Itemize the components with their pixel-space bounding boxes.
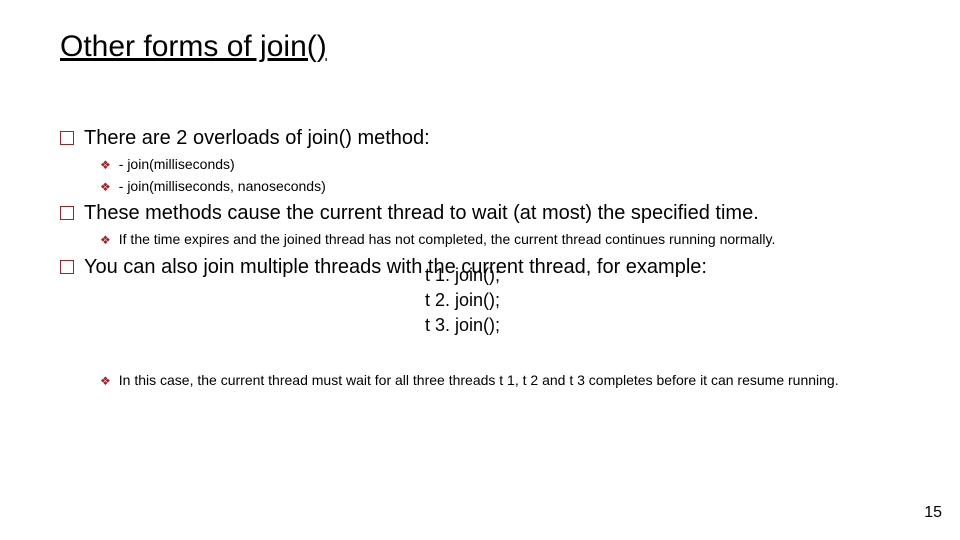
- sub-bullet: ❖ - join(milliseconds, nanoseconds): [100, 178, 900, 196]
- square-icon: [60, 131, 74, 145]
- slide-number: 15: [924, 504, 942, 522]
- square-icon: [60, 260, 74, 274]
- bullet-text: You can also join multiple threads with …: [84, 256, 707, 278]
- bullet-text: If the time expires and the joined threa…: [119, 231, 776, 247]
- bullet-text: In this case, the current thread must wa…: [119, 372, 839, 388]
- slide: Other forms of join() There are 2 overlo…: [0, 0, 960, 540]
- code-line: t 2. join();: [425, 288, 900, 313]
- slide-title: Other forms of join(): [60, 30, 327, 64]
- code-line: t 3. join();: [425, 313, 900, 338]
- diamond-icon: ❖: [100, 180, 111, 195]
- bullet-text: These methods cause the current thread t…: [84, 202, 759, 224]
- bullet-2: These methods cause the current thread t…: [60, 201, 900, 225]
- diamond-icon: ❖: [100, 158, 111, 173]
- bullet-text: - join(milliseconds): [119, 156, 235, 172]
- diamond-icon: ❖: [100, 233, 111, 248]
- bullet-text: - join(milliseconds, nanoseconds): [119, 178, 326, 194]
- sub-bullet: ❖ - join(milliseconds): [100, 156, 900, 174]
- sub-bullet: ❖ If the time expires and the joined thre…: [100, 231, 900, 249]
- bullet-text: There are 2 overloads of join() method:: [84, 127, 430, 149]
- bullet-1: There are 2 overloads of join() method:: [60, 126, 900, 150]
- slide-content: There are 2 overloads of join() method: …: [60, 120, 900, 394]
- sub-bullet: ❖ In this case, the current thread must w…: [100, 372, 900, 390]
- diamond-icon: ❖: [100, 374, 111, 389]
- square-icon: [60, 206, 74, 220]
